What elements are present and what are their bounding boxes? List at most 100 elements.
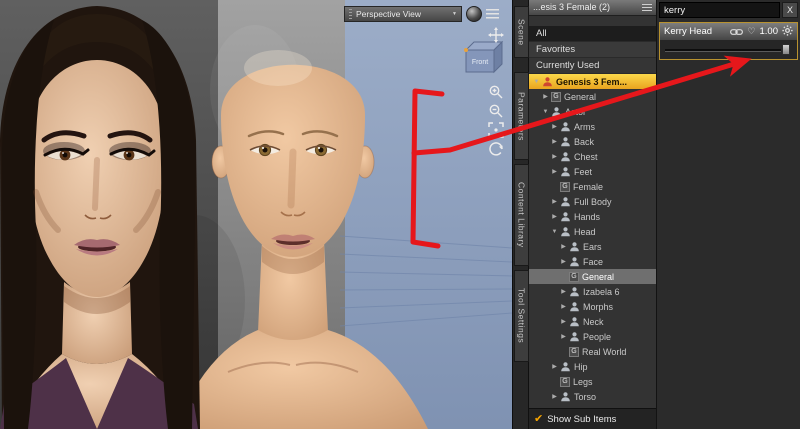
view-selector-dropdown[interactable]: Perspective View ▼ xyxy=(344,6,462,22)
tab-scene[interactable]: Scene xyxy=(514,6,529,58)
cube-corner-marker[interactable] xyxy=(464,48,468,52)
favorite-heart-icon[interactable]: ♡ xyxy=(747,27,755,36)
tree-item-izabela-6[interactable]: ▶ Izabela 6 xyxy=(529,284,656,299)
tree-item-chest[interactable]: ▶ Chest xyxy=(529,149,656,164)
search-bar: X xyxy=(659,2,798,18)
tree-item-label: Actor xyxy=(565,106,587,117)
tree-item-label: Full Body xyxy=(574,196,612,207)
tree-item-torso[interactable]: ▶ Torso xyxy=(529,389,656,404)
tree-item-hip[interactable]: ▶ Hip xyxy=(529,359,656,374)
view-cube[interactable]: Front xyxy=(461,38,505,83)
filter-label: Currently Used xyxy=(536,60,600,71)
person-icon xyxy=(560,136,571,147)
tree-item-ears[interactable]: ▶ Ears xyxy=(529,239,656,254)
drag-grip-icon xyxy=(349,9,352,19)
pan-tool-icon[interactable] xyxy=(488,27,504,43)
person-icon xyxy=(569,316,580,327)
group-g-icon: G xyxy=(569,346,579,357)
daz-studio-window: Perspective View ▼ Front Scene Parameter… xyxy=(0,0,800,429)
tree-item-label: Genesis 3 Fem... xyxy=(556,76,628,87)
zoom-out-tool-icon[interactable] xyxy=(488,103,504,119)
parameter-value[interactable]: 1.00 xyxy=(760,26,779,37)
close-button[interactable]: X xyxy=(782,2,798,18)
tree-item-label: Morphs xyxy=(583,301,614,312)
filter-favorites[interactable]: Favorites xyxy=(529,42,656,58)
link-icon[interactable] xyxy=(730,23,744,41)
tree-item-arms[interactable]: ▶ Arms xyxy=(529,119,656,134)
filter-label: Favorites xyxy=(536,44,576,55)
tree-item-actor[interactable]: ▼ Actor xyxy=(529,104,656,119)
panel-menu-icon[interactable] xyxy=(642,3,652,12)
parameter-tree: ▼ Genesis 3 Fem... ▶ G General ▼ Actor ▶ Arms ▶ Ba… xyxy=(529,74,656,408)
slider-handle[interactable] xyxy=(782,44,790,55)
filter-currently-used[interactable]: Currently Used xyxy=(529,58,656,74)
expand-icon[interactable]: ▶ xyxy=(550,198,559,205)
tree-item-morphs[interactable]: ▶ Morphs xyxy=(529,299,656,314)
expand-icon[interactable]: ▶ xyxy=(550,393,559,400)
parameter-slider[interactable] xyxy=(660,40,797,59)
expand-icon[interactable]: ▶ xyxy=(541,93,550,100)
show-sub-items-row[interactable]: ✔ Show Sub Items xyxy=(529,408,656,429)
tree-item-real-world[interactable]: G Real World xyxy=(529,344,656,359)
expand-icon[interactable]: ▶ xyxy=(550,168,559,175)
tree-item-face[interactable]: ▶ Face xyxy=(529,254,656,269)
viewport-options-icon[interactable] xyxy=(486,8,499,20)
tree-item-legs[interactable]: G Legs xyxy=(529,374,656,389)
pane-tabstrip: Scene Parameters Content Library Tool Se… xyxy=(512,0,529,429)
tree-item-neck[interactable]: ▶ Neck xyxy=(529,314,656,329)
group-g-icon: G xyxy=(551,91,561,102)
person-icon xyxy=(569,286,580,297)
tree-item-general[interactable]: G General xyxy=(529,269,656,284)
drawstyle-sphere-button[interactable] xyxy=(466,6,482,22)
parameters-panel-header[interactable]: ...esis 3 Female (2) xyxy=(529,0,656,16)
parameter-header[interactable]: Kerry Head ♡ 1.00 xyxy=(660,23,797,40)
person-icon xyxy=(560,121,571,132)
tab-tool-settings-label: Tool Settings xyxy=(516,288,527,344)
checkbox-checked-icon[interactable]: ✔ xyxy=(534,413,543,425)
tree-item-female[interactable]: G Female xyxy=(529,179,656,194)
tab-tool-settings[interactable]: Tool Settings xyxy=(514,270,529,362)
expand-icon[interactable]: ▶ xyxy=(559,333,568,340)
tree-item-head[interactable]: ▼ Head xyxy=(529,224,656,239)
expand-icon[interactable]: ▶ xyxy=(559,288,568,295)
gear-icon[interactable] xyxy=(782,23,793,41)
group-g-icon: G xyxy=(560,181,570,192)
orbit-tool-icon[interactable] xyxy=(488,141,504,157)
tree-item-full-body[interactable]: ▶ Full Body xyxy=(529,194,656,209)
collapse-icon[interactable]: ▼ xyxy=(550,229,559,235)
tab-parameters[interactable]: Parameters xyxy=(514,72,529,160)
filter-all[interactable]: All xyxy=(529,26,656,42)
expand-icon[interactable]: ▶ xyxy=(550,123,559,130)
model-dark-hair-female[interactable] xyxy=(0,6,200,429)
person-icon xyxy=(569,256,580,267)
expand-icon[interactable]: ▶ xyxy=(559,243,568,250)
collapse-icon[interactable]: ▼ xyxy=(532,79,541,85)
tree-item-label: Hands xyxy=(574,211,601,222)
viewport-3d[interactable]: Perspective View ▼ Front xyxy=(0,0,512,429)
tree-item-genesis-3-fem[interactable]: ▼ Genesis 3 Fem... xyxy=(529,74,656,89)
zoom-in-tool-icon[interactable] xyxy=(488,84,504,100)
slider-track[interactable] xyxy=(665,49,781,51)
tab-content-library-label: Content Library xyxy=(516,182,527,248)
expand-icon[interactable]: ▶ xyxy=(550,138,559,145)
tree-item-label: General xyxy=(564,91,597,102)
search-results-panel: X Kerry Head ♡ 1.00 xyxy=(657,0,800,429)
expand-icon[interactable]: ▶ xyxy=(550,213,559,220)
search-input[interactable] xyxy=(659,2,780,18)
expand-icon[interactable]: ▶ xyxy=(559,258,568,265)
tree-item-feet[interactable]: ▶ Feet xyxy=(529,164,656,179)
tree-item-hands[interactable]: ▶ Hands xyxy=(529,209,656,224)
filter-label: All xyxy=(536,28,547,39)
tree-item-label: Neck xyxy=(583,316,604,327)
expand-icon[interactable]: ▶ xyxy=(559,318,568,325)
collapse-icon[interactable]: ▼ xyxy=(541,109,550,115)
frame-tool-icon[interactable] xyxy=(488,122,504,138)
expand-icon[interactable]: ▶ xyxy=(550,363,559,370)
expand-icon[interactable]: ▶ xyxy=(550,153,559,160)
tree-item-general[interactable]: ▶ G General xyxy=(529,89,656,104)
tab-content-library[interactable]: Content Library xyxy=(514,164,529,266)
expand-icon[interactable]: ▶ xyxy=(559,303,568,310)
viewport-canvas[interactable] xyxy=(0,0,512,429)
tree-item-back[interactable]: ▶ Back xyxy=(529,134,656,149)
tree-item-people[interactable]: ▶ People xyxy=(529,329,656,344)
